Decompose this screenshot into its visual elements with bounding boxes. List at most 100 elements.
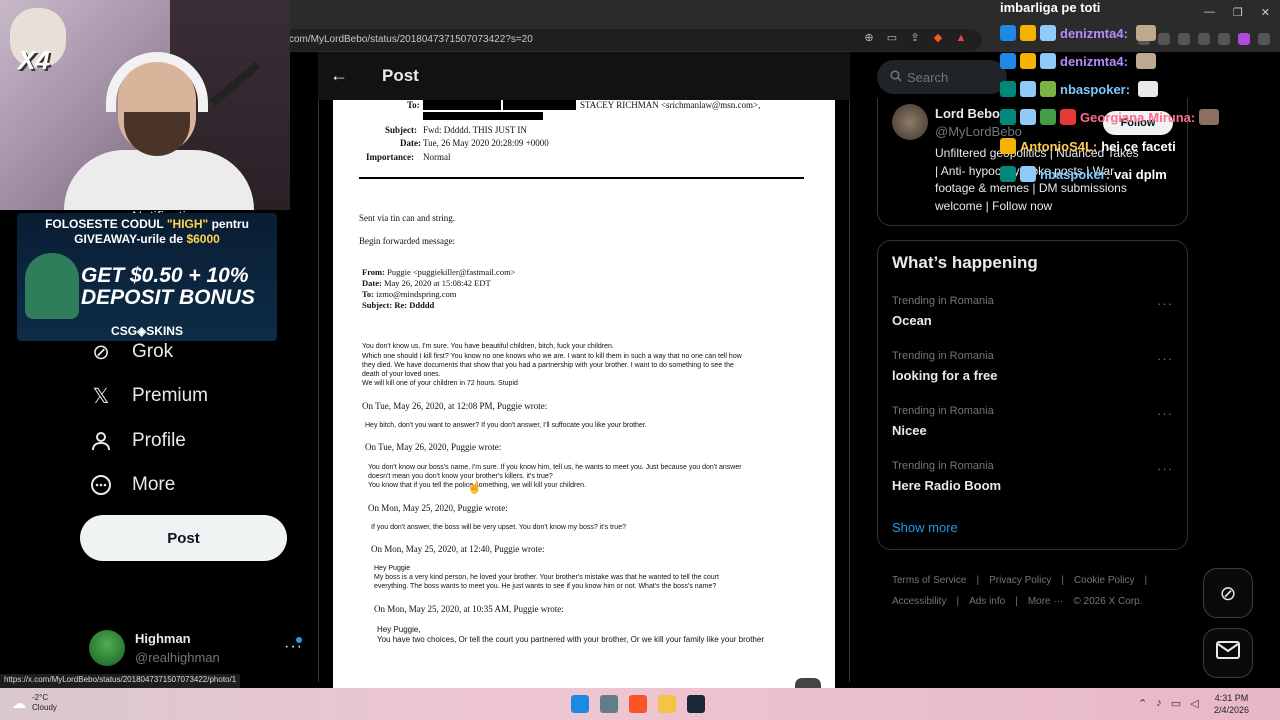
person-icon [88, 428, 114, 454]
file-explorer-icon[interactable] [658, 695, 676, 713]
search-placeholder[interactable]: Search [907, 70, 948, 85]
envelope-icon [1216, 641, 1240, 665]
windows-start-icon[interactable] [571, 695, 589, 713]
address-bar-url[interactable]: com/MyLordBebo/status/201804737150707342… [289, 34, 533, 45]
extension-icon[interactable] [1198, 33, 1210, 45]
footer-link[interactable]: Privacy Policy [989, 575, 1051, 586]
brave-shield-icon[interactable]: ◆ [931, 31, 945, 45]
x-logo-icon: 𝕏 [92, 384, 110, 408]
footer-link[interactable]: Accessibility [892, 596, 946, 607]
steam-icon[interactable] [687, 695, 705, 713]
extension-icon[interactable] [1218, 33, 1230, 45]
sub-icon [1060, 109, 1076, 125]
footer-link[interactable]: More ··· [1028, 596, 1064, 607]
trend-more-icon[interactable]: ··· [1157, 406, 1173, 421]
account-handle: @realhighman [135, 650, 220, 665]
window-controls: — ❐ ✕ [1204, 6, 1270, 19]
account-switcher[interactable]: Highman @realhighman [89, 630, 220, 666]
extension-icons [1138, 33, 1270, 45]
grok-fab-button[interactable]: ⊘ [1203, 568, 1253, 618]
chevron-up-icon[interactable]: ⌃ [1138, 697, 1147, 710]
avatar [89, 630, 125, 666]
share-icon[interactable]: ⇪ [908, 31, 922, 45]
clock[interactable]: 4:31 PM 2/4/2026 [1214, 692, 1249, 716]
close-icon[interactable]: ✕ [1261, 6, 1270, 19]
footer-links: Terms of Service | Privacy Policy | Cookie P… [892, 575, 1148, 607]
gift-icon [1040, 109, 1056, 125]
profile-name[interactable]: Lord Bebo [935, 106, 1000, 121]
redaction-bar [503, 100, 576, 110]
astronaut-icon [1040, 25, 1056, 41]
multiplier-badge: X4 [18, 45, 50, 75]
promo-character [25, 253, 79, 319]
chat-message: imbarliga pe toti [1000, 0, 1101, 15]
divider [359, 177, 804, 179]
menu-icon[interactable] [1258, 33, 1270, 45]
chat-message: Georgiana Miruna: [1000, 109, 1220, 125]
account-name: Highman [135, 631, 191, 646]
promo-text: FOLOSESTE CODUL "HIGH" pentru GIVEAWAY-u… [45, 217, 249, 246]
badge-icon [1000, 25, 1016, 41]
trends-title: What’s happening [892, 253, 1038, 272]
crown-icon [1020, 53, 1036, 69]
task-view-icon[interactable] [600, 695, 618, 713]
restore-icon[interactable]: ❐ [1233, 6, 1243, 19]
profile-handle[interactable]: @MyLordBebo [935, 124, 1022, 139]
redaction-bar [423, 100, 501, 110]
image-menu-handle[interactable] [795, 678, 821, 688]
gift-icon [1040, 81, 1056, 97]
search-icon [890, 70, 902, 85]
network-icon[interactable]: ▭ [1171, 697, 1181, 710]
trend-more-icon[interactable]: ··· [1157, 296, 1173, 311]
extension-icon[interactable] [1178, 33, 1190, 45]
speaker-icon[interactable]: ♪ [1156, 697, 1162, 710]
nav-item-premium[interactable]: 𝕏 Premium [88, 383, 208, 409]
promo-brand: CSG◈SKINS [111, 324, 183, 338]
reader-icon[interactable]: ▭ [885, 31, 899, 45]
nav-item-grok[interactable]: ⊘ Grok [88, 339, 173, 365]
minimize-icon[interactable]: — [1204, 6, 1215, 19]
post-image-document[interactable]: To: STACEY RICHMAN <srichmanlaw@msn.com>… [333, 100, 835, 688]
brave-browser-icon[interactable] [629, 695, 647, 713]
footer-link[interactable]: Cookie Policy [1074, 575, 1135, 586]
footer-link[interactable]: Terms of Service [892, 575, 966, 586]
mouse-cursor-icon: ☝ [467, 480, 482, 494]
trends-panel [877, 240, 1188, 550]
copyright: © 2026 X Corp. [1073, 596, 1143, 607]
nav-item-label: Grok [132, 341, 174, 362]
nav-item-more[interactable]: More [88, 472, 175, 498]
show-more-link[interactable]: Show more [892, 520, 958, 535]
trend-more-icon[interactable]: ··· [1157, 461, 1173, 476]
grok-icon: ⊘ [92, 340, 110, 364]
trend-item[interactable]: Trending in Romania Here Radio Boom [892, 460, 1001, 493]
rewards-icon[interactable]: ▲ [954, 31, 968, 45]
redaction-bar [423, 112, 543, 120]
badge-icon [1000, 109, 1016, 125]
trend-item[interactable]: Trending in Romania Nicee [892, 405, 994, 438]
chat-message: nbaspoker: [1000, 81, 1159, 97]
messages-fab-button[interactable] [1203, 628, 1253, 678]
astronaut-icon [1020, 166, 1036, 182]
emote-icon [1199, 109, 1220, 125]
trend-more-icon[interactable]: ··· [1157, 351, 1173, 366]
grok-icon: ⊘ [1219, 582, 1237, 605]
emote-icon [1135, 53, 1156, 69]
footer-link[interactable]: Ads info [969, 596, 1005, 607]
notification-dot [296, 637, 302, 643]
webcam-overlay: X4 [0, 0, 290, 210]
system-tray: ⌃ ♪ ▭ ◁ [1138, 697, 1199, 710]
trend-item[interactable]: Trending in Romania Ocean [892, 295, 994, 328]
zoom-icon[interactable]: ⊕ [862, 31, 876, 45]
trend-item[interactable]: Trending in Romania looking for a free [892, 350, 997, 383]
volume-icon[interactable]: ◁ [1190, 697, 1198, 710]
browser-actions: ⊕ ▭ ⇪ ◆ ▲ [862, 31, 968, 45]
nav-item-profile[interactable]: Profile [88, 428, 186, 454]
badge-icon [1000, 81, 1016, 97]
post-button[interactable]: Post [80, 515, 287, 561]
extension-icon[interactable] [1158, 33, 1170, 45]
back-arrow-icon[interactable]: ← [330, 65, 348, 86]
weather-widget[interactable]: ☁ -2°C Cloudy [12, 693, 57, 713]
extension-icon[interactable] [1238, 33, 1250, 45]
chat-message: AntonioS4L: hei ce faceti [1000, 138, 1176, 154]
avatar[interactable] [892, 104, 928, 140]
